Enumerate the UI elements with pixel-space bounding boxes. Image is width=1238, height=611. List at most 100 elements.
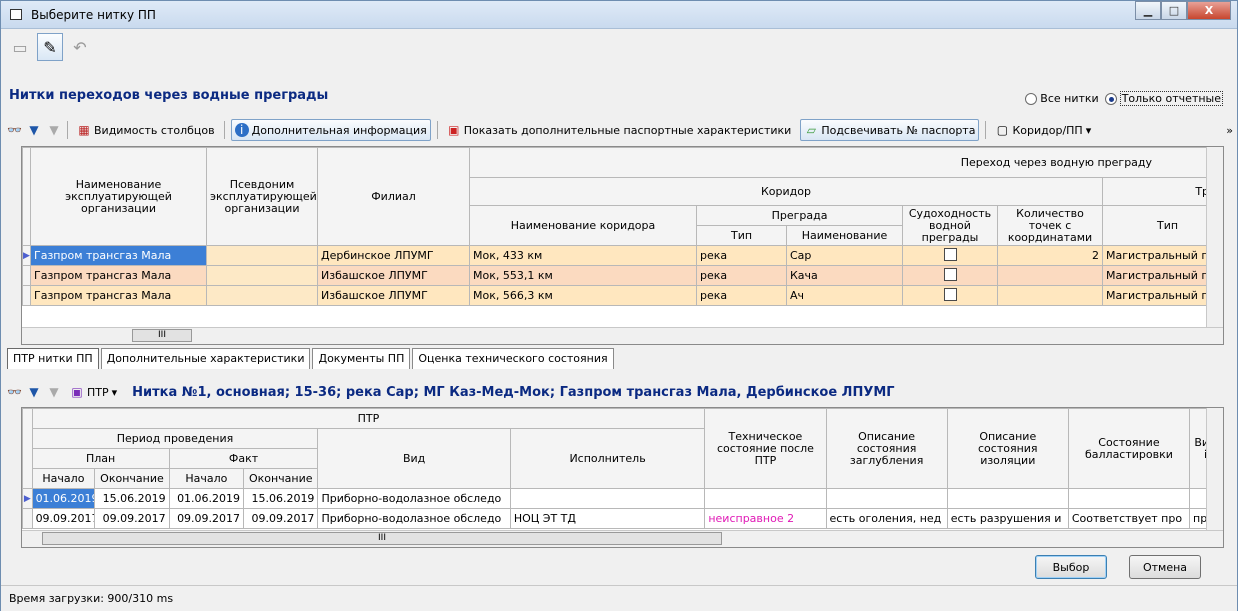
- cell-name[interactable]: Сар: [786, 245, 903, 266]
- table-row[interactable]: ▶ 01.06.2019 15.06.2019 01.06.2019 15.06…: [22, 488, 1222, 509]
- cell-corridor[interactable]: Мок, 433 км: [469, 245, 697, 266]
- binoculars-icon[interactable]: 👓: [7, 385, 22, 399]
- cell-tech[interactable]: неисправное 2: [704, 508, 827, 529]
- close-button[interactable]: X: [1187, 1, 1231, 20]
- cell-fact-start[interactable]: 09.09.2017: [168, 508, 245, 529]
- clear-filter-icon[interactable]: ▼: [47, 123, 61, 137]
- cell-alias[interactable]: [206, 285, 318, 306]
- col-branch[interactable]: Филиал: [317, 147, 470, 246]
- save-icon[interactable]: ▭: [7, 33, 33, 61]
- tab-additional[interactable]: Дополнительные характеристики: [100, 348, 311, 369]
- cell-kind[interactable]: Приборно-водолазное обследо: [317, 488, 511, 509]
- cell-fact-end[interactable]: 15.06.2019: [243, 488, 319, 509]
- cell-depth[interactable]: [825, 488, 948, 509]
- ptr-horizontal-scrollbar[interactable]: III: [22, 530, 1223, 547]
- cell-type[interactable]: река: [696, 245, 787, 266]
- cell-name[interactable]: Ач: [786, 285, 903, 306]
- cell-plan-end[interactable]: 15.06.2019: [94, 488, 170, 509]
- cell-plan-end[interactable]: 09.09.2017: [94, 508, 170, 529]
- grid-horizontal-scrollbar[interactable]: III: [22, 327, 1223, 344]
- table-row[interactable]: 09.09.2017 09.09.2017 09.09.2017 09.09.2…: [22, 508, 1222, 529]
- tab-assessment[interactable]: Оценка технического состояния: [412, 348, 614, 369]
- cell-ballast[interactable]: Соответствует про: [1067, 508, 1191, 529]
- cell-org[interactable]: Газпром трансгаз Мала: [30, 265, 207, 286]
- col-corridor-name[interactable]: Наименование коридора: [469, 205, 697, 246]
- grid-vertical-scrollbar[interactable]: [1206, 147, 1223, 328]
- navigability-checkbox[interactable]: [902, 285, 998, 306]
- ptr-dropdown[interactable]: ▣ ПТР ▾: [67, 381, 120, 403]
- radio-reporting[interactable]: Только отчетные: [1104, 91, 1223, 106]
- col-org[interactable]: Наименование эксплуатирующей организации: [30, 147, 207, 246]
- corridor-dropdown[interactable]: ▢ Коридор/ПП ▾: [992, 119, 1094, 141]
- cell-fact-end[interactable]: 09.09.2017: [243, 508, 319, 529]
- highlight-passport-button[interactable]: ▱ Подсвечивать № паспорта: [800, 119, 980, 141]
- additional-info-button[interactable]: i Дополнительная информация: [230, 119, 431, 141]
- cell-points[interactable]: [997, 265, 1103, 286]
- table-row[interactable]: ▶ Газпром трансгаз Мала Дербинское ЛПУМГ…: [22, 245, 1223, 266]
- col-executor[interactable]: Исполнитель: [509, 428, 706, 489]
- col-navigability[interactable]: Судоходность водной преграды: [902, 205, 998, 246]
- overflow-chevron[interactable]: »: [1226, 124, 1233, 137]
- cell-insul[interactable]: [946, 488, 1069, 509]
- cell-org[interactable]: Газпром трансгаз Мала: [30, 285, 207, 306]
- col-barrier-name[interactable]: Наименование: [786, 225, 903, 246]
- columns-visibility-button[interactable]: ▦ Видимость столбцов: [74, 119, 218, 141]
- cell-type[interactable]: река: [696, 285, 787, 306]
- col-alias[interactable]: Псевдоним эксплуатирующей организации: [206, 147, 318, 246]
- undo-icon[interactable]: ↶: [67, 33, 93, 61]
- col-fact-start[interactable]: Начало: [168, 468, 245, 489]
- cancel-button[interactable]: Отмена: [1129, 555, 1201, 579]
- col-tech-state[interactable]: Техническое состояние после ПТР: [704, 408, 827, 489]
- cell-org[interactable]: Газпром трансгаз Мала: [30, 245, 207, 266]
- cell-executor[interactable]: [509, 488, 706, 509]
- cell-ballast[interactable]: [1067, 488, 1191, 509]
- col-barrier-type[interactable]: Тип: [696, 225, 787, 246]
- cell-alias[interactable]: [206, 245, 318, 266]
- cell-plan-start[interactable]: 01.06.2019: [31, 488, 96, 509]
- cell-kind[interactable]: Приборно-водолазное обследо: [317, 508, 511, 529]
- col-plan-end[interactable]: Окончание: [94, 468, 170, 489]
- cell-executor[interactable]: НОЦ ЭТ ТД: [509, 508, 706, 529]
- col-kind[interactable]: Вид: [317, 428, 511, 489]
- navigability-checkbox[interactable]: [902, 265, 998, 286]
- clear-filter-icon[interactable]: ▼: [47, 385, 61, 399]
- table-row[interactable]: Газпром трансгаз Мала Избашское ЛПУМГ Мо…: [22, 285, 1223, 306]
- radio-all[interactable]: Все нитки: [1025, 92, 1099, 105]
- tab-ptr[interactable]: ПТР нитки ПП: [7, 348, 99, 369]
- cell-branch[interactable]: Дербинское ЛПУМГ: [317, 245, 470, 266]
- col-plan-start[interactable]: Начало: [31, 468, 96, 489]
- col-depth-desc[interactable]: Описание состояния заглубления: [825, 408, 948, 489]
- col-points[interactable]: Количество точек с координатами: [997, 205, 1103, 246]
- cell-plan-start[interactable]: 09.09.2017: [31, 508, 96, 529]
- col-ballast-state[interactable]: Состояние балластировки: [1067, 408, 1191, 489]
- col-fact-end[interactable]: Окончание: [243, 468, 319, 489]
- cell-tech[interactable]: [704, 488, 827, 509]
- edit-icon[interactable]: ✎: [37, 33, 63, 61]
- cell-pipe-type[interactable]: Магистральный га: [1102, 265, 1213, 286]
- cell-corridor[interactable]: Мок, 566,3 км: [469, 285, 697, 306]
- ptr-vertical-scrollbar[interactable]: [1206, 408, 1223, 531]
- filter-icon[interactable]: ▼: [27, 385, 41, 399]
- select-button[interactable]: Выбор: [1035, 555, 1107, 579]
- cell-pipe-type[interactable]: Магистральный га: [1102, 245, 1213, 266]
- binoculars-icon[interactable]: 👓: [7, 123, 22, 137]
- cell-alias[interactable]: [206, 265, 318, 286]
- cell-type[interactable]: река: [696, 265, 787, 286]
- cell-points[interactable]: [997, 285, 1103, 306]
- cell-pipe-type[interactable]: Магистральный га: [1102, 285, 1213, 306]
- cell-branch[interactable]: Избашское ЛПУМГ: [317, 285, 470, 306]
- table-row[interactable]: Газпром трансгаз Мала Избашское ЛПУМГ Мо…: [22, 265, 1223, 286]
- tab-documents[interactable]: Документы ПП: [312, 348, 411, 369]
- filter-icon[interactable]: ▼: [27, 123, 41, 137]
- navigability-checkbox[interactable]: [902, 245, 998, 266]
- cell-name[interactable]: Кача: [786, 265, 903, 286]
- maximize-button[interactable]: □: [1161, 1, 1187, 20]
- minimize-button[interactable]: ▁: [1135, 1, 1161, 20]
- cell-branch[interactable]: Избашское ЛПУМГ: [317, 265, 470, 286]
- cell-corridor[interactable]: Мок, 553,1 км: [469, 265, 697, 286]
- cell-depth[interactable]: есть оголения, нед: [825, 508, 948, 529]
- cell-fact-start[interactable]: 01.06.2019: [168, 488, 245, 509]
- cell-insul[interactable]: есть разрушения и: [946, 508, 1069, 529]
- cell-points[interactable]: 2: [997, 245, 1103, 266]
- passport-characteristics-button[interactable]: ▣ Показать дополнительные паспортные хара…: [444, 119, 795, 141]
